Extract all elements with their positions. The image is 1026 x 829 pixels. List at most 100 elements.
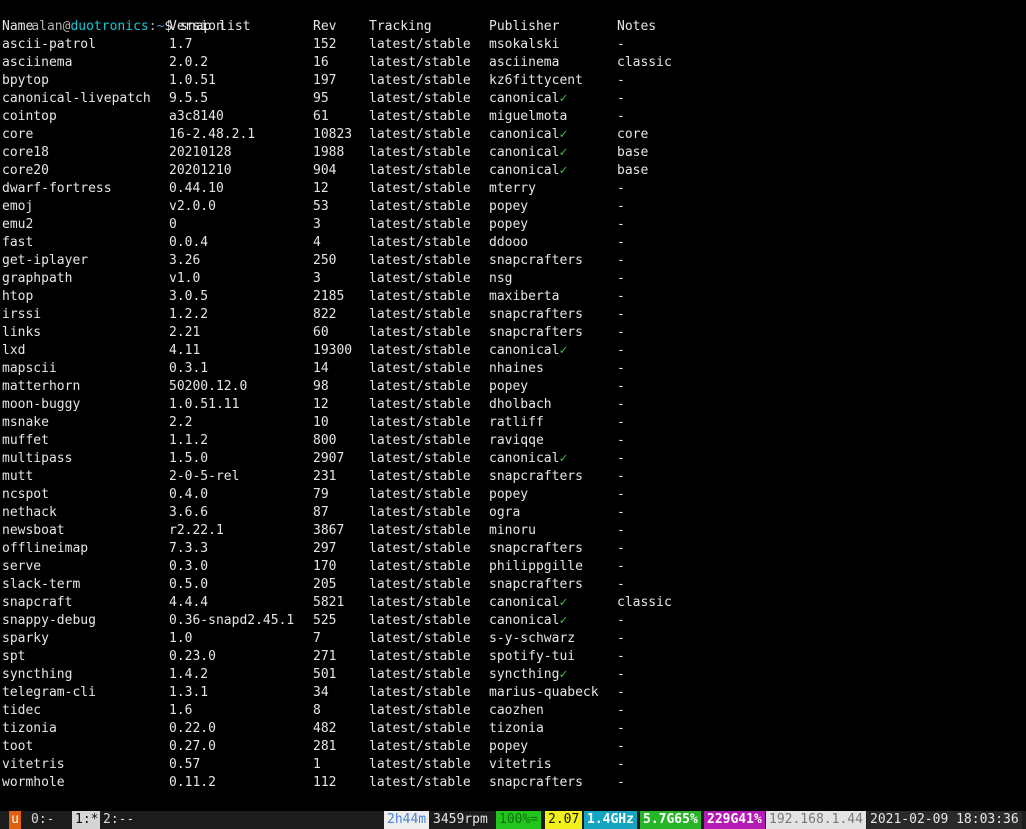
cell-tracking: latest/stable	[369, 757, 471, 772]
cell-rev: 10823	[313, 127, 353, 142]
cell-rev: 3	[313, 271, 321, 286]
publisher-name: marius-quabeck	[489, 685, 599, 700]
cell-name: htop	[2, 289, 34, 304]
publisher-name: popey	[489, 739, 529, 754]
verified-publisher-icon: ✓	[559, 163, 568, 178]
cell-tracking: latest/stable	[369, 775, 471, 790]
publisher-name: canonical	[489, 145, 560, 160]
publisher-name: canonical	[489, 91, 560, 106]
cell-version: 16-2.48.2.1	[169, 127, 256, 142]
cell-version: 3.26	[169, 253, 201, 268]
cell-publisher: snapcrafters	[489, 306, 583, 324]
cell-name: telegram-cli	[2, 685, 96, 700]
cell-publisher: ogra	[489, 504, 520, 522]
cell-publisher: msokalski	[489, 36, 559, 54]
publisher-name: spotify-tui	[489, 649, 576, 664]
cell-version: 2.2	[169, 415, 193, 430]
terminal-window[interactable]: alan@duotronics:~$ snap list Name Versio…	[0, 0, 1026, 811]
cell-publisher: minoru	[489, 522, 536, 540]
cell-rev: 822	[313, 307, 337, 322]
cell-name: msnake	[2, 415, 49, 430]
table-row: matterhorn 50200.12.0 98 latest/stable popey…	[0, 378, 1026, 396]
header-notes: Notes	[617, 19, 657, 34]
cell-name: dwarf-fortress	[2, 181, 112, 196]
cell-publisher: mterry	[489, 180, 536, 198]
cell-publisher: canonical✓	[489, 450, 567, 468]
cell-publisher: canonical✓	[489, 342, 567, 360]
cell-version: 0.57	[169, 757, 201, 772]
cell-publisher: miguelmota	[489, 108, 567, 126]
cell-publisher: canonical✓	[489, 594, 567, 612]
cell-version: 20201210	[169, 163, 232, 178]
cell-rev: 501	[313, 667, 337, 682]
window-tab-0[interactable]: 0:-	[28, 811, 58, 829]
cell-notes: -	[617, 415, 625, 430]
cell-name: matterhorn	[2, 379, 81, 394]
current-prompt-line[interactable]: alan@duotronics:~$	[0, 792, 1026, 811]
table-row: mutt 2-0-5-rel 231 latest/stable snapcrafter…	[0, 468, 1026, 486]
publisher-name: snapcrafters	[489, 469, 583, 484]
cell-publisher: ddooo	[489, 234, 528, 252]
cell-rev: 16	[313, 55, 329, 70]
cell-publisher: nhaines	[489, 360, 544, 378]
cell-notes: -	[617, 289, 625, 304]
table-row: asciinema 2.0.2 16 latest/stable asciinema cl…	[0, 54, 1026, 72]
cell-tracking: latest/stable	[369, 649, 471, 664]
cell-tracking: latest/stable	[369, 721, 471, 736]
table-row: tizonia 0.22.0 482 latest/stable tizonia -	[0, 720, 1026, 738]
cell-publisher: canonical✓	[489, 90, 567, 108]
cell-publisher: nsg	[489, 270, 512, 288]
cell-tracking: latest/stable	[369, 253, 471, 268]
cell-publisher: spotify-tui	[489, 648, 575, 666]
cell-notes: -	[617, 559, 625, 574]
publisher-name: maxiberta	[489, 289, 560, 304]
cell-version: 7.3.3	[169, 541, 209, 556]
cell-name: wormhole	[2, 775, 65, 790]
cell-notes: -	[617, 379, 625, 394]
cell-notes: -	[617, 109, 625, 124]
cell-publisher: syncthing✓	[489, 666, 567, 684]
cell-version: 2.0.2	[169, 55, 209, 70]
cell-notes: -	[617, 757, 625, 772]
publisher-name: mterry	[489, 181, 536, 196]
cell-publisher: canonical✓	[489, 162, 567, 180]
cell-name: bpytop	[2, 73, 49, 88]
cell-version: a3c8140	[169, 109, 224, 124]
cell-publisher: maxiberta	[489, 288, 559, 306]
cell-tracking: latest/stable	[369, 73, 471, 88]
fan-speed-status: 3459rpm	[430, 811, 491, 829]
cell-notes: -	[617, 703, 625, 718]
verified-publisher-icon: ✓	[559, 667, 568, 682]
cell-publisher: popey	[489, 198, 528, 216]
cell-rev: 87	[313, 505, 329, 520]
cell-name: get-iplayer	[2, 253, 89, 268]
table-row: syncthing 1.4.2 501 latest/stable syncthing✓…	[0, 666, 1026, 684]
cell-name: spt	[2, 649, 26, 664]
cell-version: 9.5.5	[169, 91, 209, 106]
table-row: muffet 1.1.2 800 latest/stable raviqqe -	[0, 432, 1026, 450]
header-tracking: Tracking	[369, 19, 432, 34]
table-row: toot 0.27.0 281 latest/stable popey -	[0, 738, 1026, 756]
window-tab-2[interactable]: 2:--	[100, 811, 138, 829]
table-row: slack-term 0.5.0 205 latest/stable snapcraft…	[0, 576, 1026, 594]
verified-publisher-icon: ✓	[559, 595, 568, 610]
cell-version: 4.4.4	[169, 595, 209, 610]
publisher-name: asciinema	[489, 55, 560, 70]
cell-notes: -	[617, 487, 625, 502]
cell-version: 3.0.5	[169, 289, 209, 304]
cell-tracking: latest/stable	[369, 559, 471, 574]
cell-name: nethack	[2, 505, 57, 520]
tmux-status-bar: u 0:- 1:* 2:-- 2h44m 3459rpm 100%= 2.07 …	[0, 811, 1026, 829]
cell-tracking: latest/stable	[369, 289, 471, 304]
cell-rev: 205	[313, 577, 337, 592]
publisher-name: ogra	[489, 505, 521, 520]
cell-rev: 1	[313, 757, 321, 772]
session-indicator[interactable]: u	[9, 811, 21, 829]
window-tab-1[interactable]: 1:*	[72, 811, 102, 829]
cell-publisher: snapcrafters	[489, 252, 583, 270]
verified-publisher-icon: ✓	[559, 91, 568, 106]
cell-version: 1.0	[169, 631, 193, 646]
cell-name: newsboat	[2, 523, 65, 538]
cell-notes: -	[617, 775, 625, 790]
publisher-name: syncthing	[489, 667, 560, 682]
